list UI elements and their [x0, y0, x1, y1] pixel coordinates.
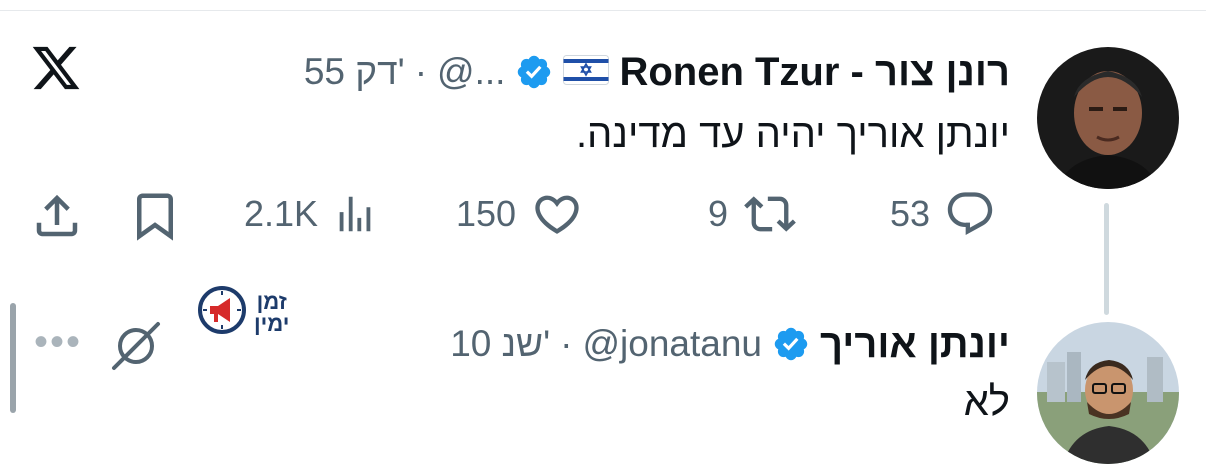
tweet-header: רונן צור - Ronen Tzur @... · 55 דק'	[304, 42, 1010, 102]
reply-button[interactable]: 53	[890, 188, 996, 240]
reply-icon	[944, 188, 996, 240]
badge-line-1: זמן	[256, 288, 287, 314]
reply-text: לא	[963, 380, 1010, 424]
zman-yamin-badge: זמן ימין	[196, 284, 289, 341]
badge-text: זמן ימין	[254, 288, 290, 336]
author-name[interactable]: רונן צור - Ronen Tzur	[619, 50, 1010, 95]
bookmark-button[interactable]	[128, 188, 182, 244]
tweet-action-bar: 53 9 150 2.1K	[0, 188, 1206, 248]
meta-separator: ·	[560, 323, 573, 364]
retweet-count: 9	[708, 193, 729, 234]
like-count: 150	[456, 193, 517, 234]
like-icon	[530, 188, 584, 240]
reply-count: 53	[890, 193, 931, 234]
badge-line-2: ימין	[254, 310, 290, 336]
verified-badge-icon	[515, 53, 553, 91]
scroll-indicator[interactable]	[10, 303, 16, 413]
tweet-timestamp[interactable]: 55 דק'	[304, 51, 405, 93]
more-options-button[interactable]: •••	[34, 322, 82, 362]
like-button[interactable]: 150	[456, 188, 584, 240]
reply-author-name[interactable]: יונתן אוריך	[820, 322, 1010, 367]
views-button[interactable]: 2.1K	[244, 188, 378, 240]
author-avatar[interactable]	[1037, 47, 1179, 189]
reply-timestamp[interactable]: 10 שנ'	[450, 323, 550, 365]
retweet-icon	[742, 188, 798, 240]
megaphone-clock-icon	[196, 284, 248, 341]
retweet-button[interactable]: 9	[708, 188, 798, 240]
share-button[interactable]	[30, 188, 84, 244]
reply-author-handle[interactable]: @jonatanu	[582, 323, 762, 365]
x-logo-icon[interactable]	[30, 42, 82, 99]
meta-separator: ·	[414, 51, 428, 92]
views-count: 2.1K	[244, 193, 319, 234]
tweet-text: יונתן אוריך יהיה עד מדינה.	[575, 112, 1010, 156]
israel-flag-icon	[563, 54, 610, 90]
verified-badge-icon	[772, 325, 810, 363]
top-divider	[0, 10, 1206, 11]
reply-header: יונתן אוריך @jonatanu · 10 שנ'	[450, 314, 1010, 374]
hide-icon[interactable]	[108, 318, 164, 379]
reply-author-avatar[interactable]	[1037, 322, 1179, 464]
author-handle[interactable]: @...	[437, 51, 505, 93]
bookmark-icon	[128, 188, 182, 244]
views-icon	[332, 188, 378, 240]
share-icon	[30, 188, 84, 244]
